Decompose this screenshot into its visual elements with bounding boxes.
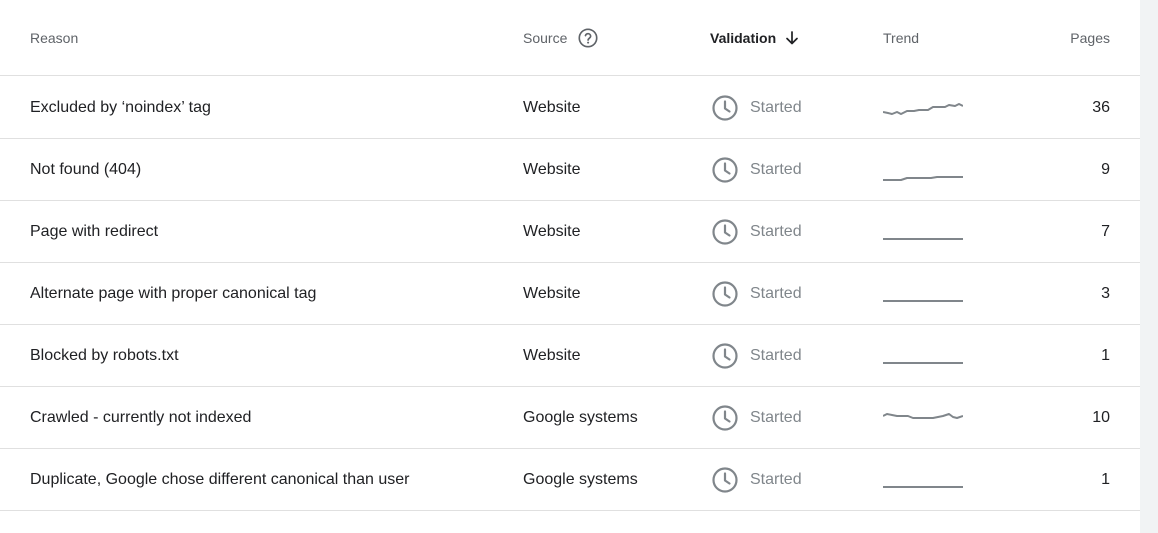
row-pages: 1 xyxy=(1101,346,1110,364)
row-trend-sparkline xyxy=(883,449,963,510)
row-source: Website xyxy=(523,222,581,240)
sparkline xyxy=(883,299,963,302)
sparkline xyxy=(883,237,963,240)
row-source: Website xyxy=(523,160,581,178)
table-row[interactable]: Alternate page with proper canonical tag… xyxy=(0,263,1140,325)
row-validation-status: Started xyxy=(750,408,802,426)
clock-icon xyxy=(712,218,738,245)
row-pages: 36 xyxy=(1092,98,1110,116)
sparkline xyxy=(883,361,963,364)
row-validation: Started xyxy=(711,387,802,448)
table-row[interactable]: Excluded by ‘noindex’ tag Website Started 3… xyxy=(0,77,1140,139)
row-pages: 7 xyxy=(1101,222,1110,240)
row-reason: Not found (404) xyxy=(30,160,142,178)
row-pages: 1 xyxy=(1101,470,1110,488)
row-source: Website xyxy=(523,284,581,302)
row-validation-status: Started xyxy=(750,284,802,302)
row-trend-sparkline xyxy=(883,201,963,262)
row-source: Website xyxy=(523,98,581,116)
row-validation: Started xyxy=(711,449,802,510)
row-trend-sparkline xyxy=(883,387,963,448)
table-row[interactable]: Duplicate, Google chose different canoni… xyxy=(0,449,1140,511)
help-circle-icon[interactable] xyxy=(577,27,599,49)
row-reason: Crawled - currently not indexed xyxy=(30,408,252,426)
clock-icon xyxy=(712,94,738,121)
scrollbar-track[interactable] xyxy=(1140,0,1158,533)
row-reason: Page with redirect xyxy=(30,222,159,240)
column-header-validation[interactable]: Validation xyxy=(710,0,800,76)
table-row[interactable]: Crawled - currently not indexed Google sy… xyxy=(0,387,1140,449)
row-validation: Started xyxy=(711,263,802,324)
row-validation-status: Started xyxy=(750,470,802,488)
sparkline xyxy=(883,175,963,181)
clock-icon xyxy=(712,156,738,183)
table-header: Reason Source Validation Trend Pages xyxy=(0,0,1140,76)
row-validation: Started xyxy=(711,77,802,138)
row-validation-status: Started xyxy=(750,346,802,364)
clock-icon xyxy=(712,280,738,307)
row-trend-sparkline xyxy=(883,139,963,200)
row-reason: Blocked by robots.txt xyxy=(30,346,179,364)
row-source: Google systems xyxy=(523,470,638,488)
table-row[interactable]: Not found (404) Website Started 9 xyxy=(0,139,1140,201)
table-row[interactable]: Page with redirect Website Started 7 xyxy=(0,201,1140,263)
row-reason: Alternate page with proper canonical tag xyxy=(30,284,317,302)
row-reason: Duplicate, Google chose different canoni… xyxy=(30,470,410,488)
row-pages: 3 xyxy=(1101,284,1110,302)
column-header-source-label: Source xyxy=(523,30,568,46)
clock-icon xyxy=(712,466,738,493)
row-validation: Started xyxy=(711,139,802,200)
column-header-trend: Trend xyxy=(883,30,920,46)
row-pages: 10 xyxy=(1092,408,1110,426)
row-trend-sparkline xyxy=(883,77,963,138)
row-reason: Excluded by ‘noindex’ tag xyxy=(30,98,211,116)
clock-icon xyxy=(712,342,738,369)
sparkline xyxy=(883,412,963,419)
row-trend-sparkline xyxy=(883,263,963,324)
sparkline xyxy=(883,102,963,115)
row-validation: Started xyxy=(711,325,802,386)
column-header-pages: Pages xyxy=(1070,30,1110,46)
row-validation-status: Started xyxy=(750,222,802,240)
column-header-reason: Reason xyxy=(30,30,79,46)
row-validation-status: Started xyxy=(750,160,802,178)
row-pages: 9 xyxy=(1101,160,1110,178)
arrow-down-icon xyxy=(786,31,798,45)
row-source: Website xyxy=(523,346,581,364)
row-validation-status: Started xyxy=(750,98,802,116)
issues-table: Reason Source Validation Trend Pages Exc… xyxy=(0,0,1140,533)
clock-icon xyxy=(712,404,738,431)
table-row[interactable]: Blocked by robots.txt Website Started 1 xyxy=(0,325,1140,387)
row-trend-sparkline xyxy=(883,325,963,386)
sparkline xyxy=(883,485,963,488)
column-header-validation-label: Validation xyxy=(710,30,777,46)
row-source: Google systems xyxy=(523,408,638,426)
column-header-source: Source xyxy=(523,0,599,76)
row-validation: Started xyxy=(711,201,802,262)
